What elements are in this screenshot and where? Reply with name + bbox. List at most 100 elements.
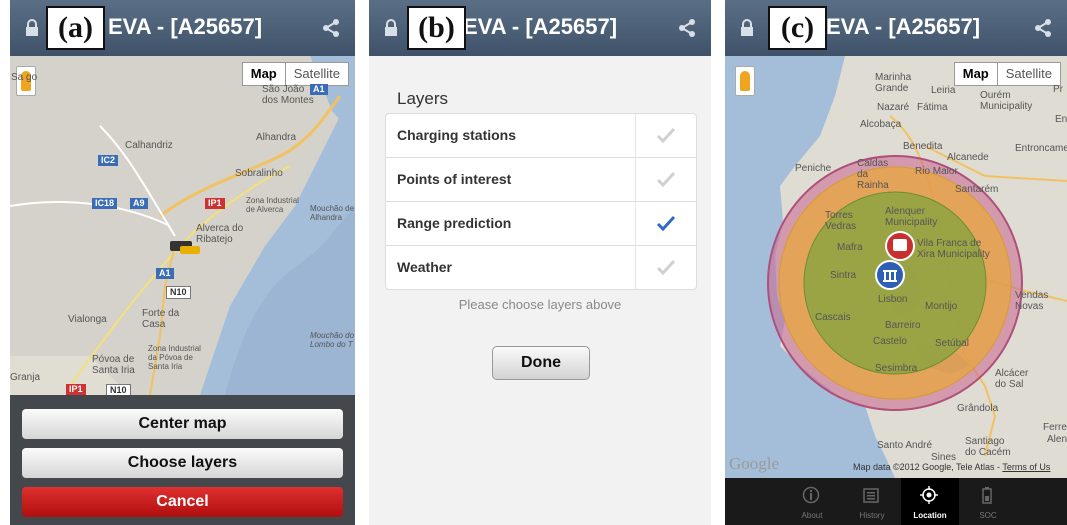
map-label: Torres Vedras: [825, 210, 857, 232]
cancel-button[interactable]: Cancel: [22, 487, 343, 517]
tab-label: History: [859, 511, 885, 520]
road-shield: N10: [106, 384, 131, 395]
map-label: Zona Industrial de Alverca: [246, 196, 299, 214]
map-view[interactable]: Map Satellite Sa go São João dos Montes …: [10, 56, 355, 395]
map-type-satellite[interactable]: Satellite: [286, 63, 348, 85]
tab-history[interactable]: History: [843, 478, 901, 525]
layer-label: Weather: [397, 259, 452, 275]
map-label: Zona Industrial da Póvoa de Santa Iria: [148, 344, 201, 371]
map-label: Peniche: [795, 163, 832, 174]
map-label: Sa go: [11, 72, 38, 83]
map-label: Castelo: [873, 336, 907, 347]
tab-location[interactable]: Location: [901, 478, 959, 525]
app-title: EVA - [A25657]: [108, 14, 263, 39]
map-label: Forte da Casa: [142, 308, 180, 330]
app-title: EVA - [A25657]: [463, 14, 618, 39]
map-type-map[interactable]: Map: [955, 63, 998, 85]
road-shield: IP1: [205, 198, 225, 209]
map-label: Sesimbra: [875, 363, 918, 374]
map-label: Vendas Novas: [1015, 290, 1049, 312]
layer-checkbox[interactable]: [635, 246, 696, 289]
map-label: Alcanede: [947, 152, 989, 163]
map-label: Benedita: [903, 141, 943, 152]
tab-label: SOC: [979, 511, 997, 520]
bottom-tab-bar: About History Location SOC: [725, 478, 1067, 525]
map-type-toggle[interactable]: Map Satellite: [241, 62, 349, 86]
map-label: En: [1055, 114, 1067, 125]
layer-row-range-prediction[interactable]: Range prediction: [386, 202, 696, 246]
map-label: Mouchão do Lombo do T: [310, 331, 355, 349]
map-label: Santarém: [955, 184, 999, 195]
layer-row-weather[interactable]: Weather: [386, 246, 696, 289]
map-label: Alcobaça: [860, 119, 902, 130]
panel-c: Map Satellite Marinha Grande Leiria Ouré…: [725, 0, 1067, 525]
center-map-button[interactable]: Center map: [22, 409, 343, 439]
road-shield: IC18: [92, 198, 118, 209]
layers-heading: Layers: [397, 89, 449, 108]
map-type-map[interactable]: Map: [243, 63, 286, 85]
map-label: Nazaré: [877, 102, 910, 113]
checkmark-icon: [656, 215, 676, 231]
layer-label: Points of interest: [397, 171, 512, 187]
map-label: Grândola: [957, 403, 999, 414]
map-label: Alhandra: [256, 132, 297, 143]
map-label: Alcácer do Sal: [995, 368, 1029, 390]
road-shield: N10: [166, 286, 191, 299]
map-label: Barreiro: [885, 320, 921, 331]
done-button[interactable]: Done: [492, 346, 590, 380]
share-icon[interactable]: [677, 18, 697, 38]
tab-about[interactable]: About: [783, 478, 841, 525]
map-label: Ourém Municipality: [980, 90, 1033, 112]
street-view-pegman-icon[interactable]: [735, 66, 755, 96]
layer-row-charging-stations[interactable]: Charging stations: [386, 114, 696, 158]
map-label: Rio Maior: [915, 166, 958, 177]
map-label: Fátima: [917, 102, 948, 113]
map-label: Santiago do Cacém: [965, 436, 1011, 458]
google-logo: Google: [729, 454, 780, 473]
share-icon[interactable]: [321, 18, 341, 38]
map-label: Marinha Grande: [875, 72, 912, 94]
map-label: Alverca do Ribatejo: [196, 223, 244, 245]
map-label: Leiria: [931, 85, 956, 96]
map-attribution: Map data ©2012 Google, Tele Atlas - Term…: [853, 462, 1050, 472]
layer-row-points-of-interest[interactable]: Points of interest: [386, 158, 696, 202]
map-label: Sintra: [830, 270, 857, 281]
lock-icon: [26, 19, 38, 36]
panel-label-b: (b): [407, 6, 466, 50]
map-label: Calhandriz: [125, 140, 173, 151]
map-data-text: Map data ©2012 Google, Tele Atlas -: [853, 462, 1003, 472]
map-type-toggle[interactable]: Map Satellite: [953, 62, 1061, 86]
action-dialog: Center map Choose layers Cancel: [10, 395, 355, 525]
road-shield: A9: [130, 198, 148, 209]
tab-soc[interactable]: SOC: [959, 478, 1017, 525]
layer-checkbox[interactable]: [635, 158, 696, 201]
terms-link[interactable]: Terms of Us: [1002, 462, 1050, 472]
map-label: Mouchão de Alhandra: [310, 204, 355, 222]
battery-icon: [982, 487, 992, 504]
checkmark-icon: [656, 171, 676, 187]
tab-label: About: [801, 511, 823, 520]
layer-checkbox[interactable]: [635, 114, 696, 157]
checkmark-icon: [656, 259, 676, 275]
map-label: Montijo: [925, 301, 958, 312]
checkmark-icon: [656, 127, 676, 143]
map-label: Entroncamen: [1015, 143, 1067, 154]
layer-label: Charging stations: [397, 127, 517, 143]
map-label: Cascais: [815, 312, 851, 323]
map-label: Ferrei: [1043, 422, 1067, 433]
share-icon[interactable]: [1033, 18, 1053, 38]
map-type-satellite[interactable]: Satellite: [998, 63, 1060, 85]
map-label: Santo André: [877, 440, 933, 451]
map-view[interactable]: Map Satellite Marinha Grande Leiria Ouré…: [725, 56, 1067, 478]
choose-layers-button[interactable]: Choose layers: [22, 448, 343, 478]
layers-hint: Please choose layers above: [458, 297, 622, 312]
road-shield: IP1: [66, 384, 86, 395]
tab-label: Location: [913, 511, 947, 520]
road-shield: A1: [310, 84, 328, 95]
map-label: Vila Franca de Xira Municipality: [917, 238, 990, 260]
map-label: Lisbon: [878, 294, 908, 305]
layer-checkbox[interactable]: [635, 202, 696, 245]
app-title: EVA - [A25657]: [826, 14, 981, 39]
panel-label-a: (a): [46, 6, 105, 50]
info-icon: [802, 486, 820, 504]
